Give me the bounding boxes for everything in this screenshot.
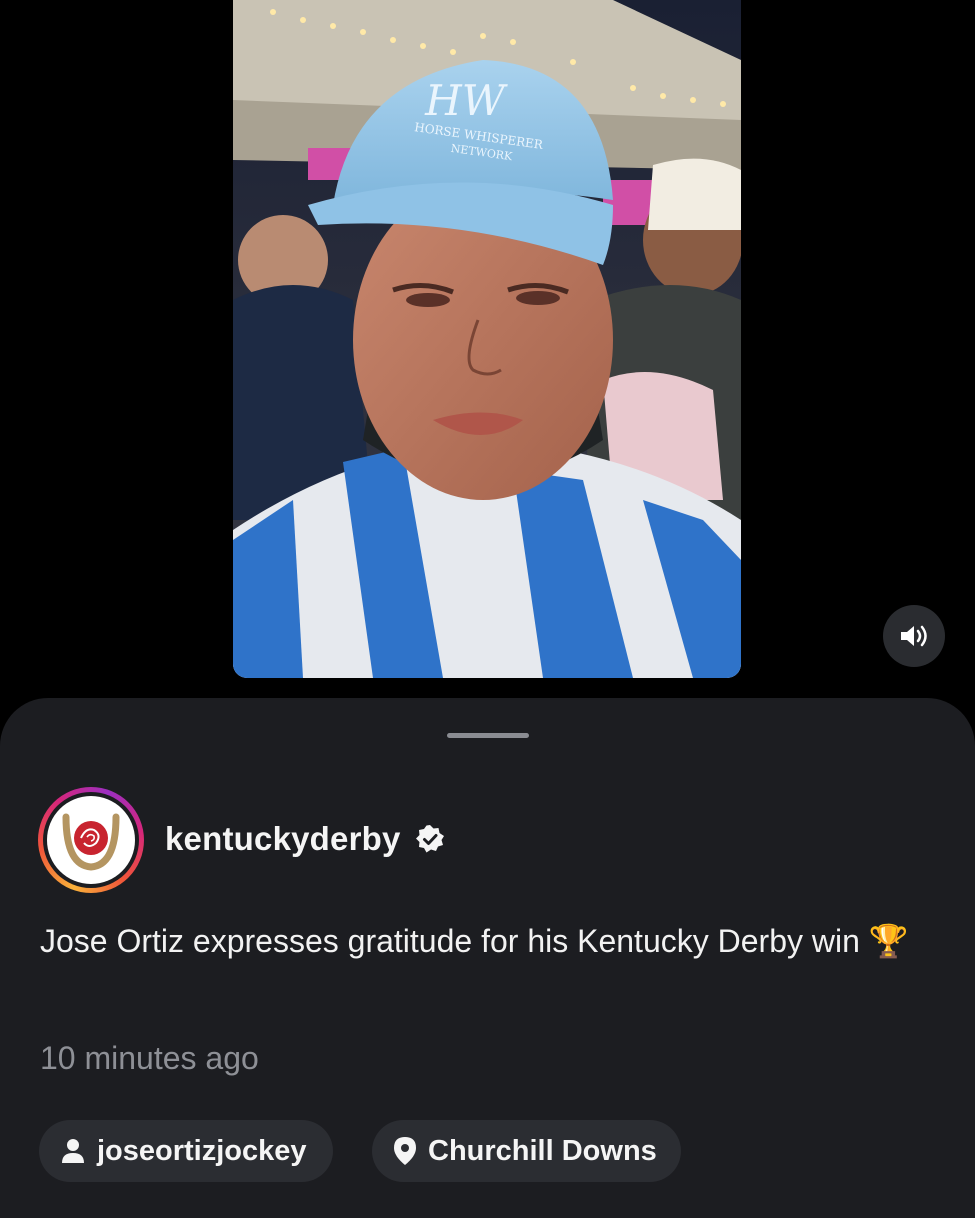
post-details-sheet: kentuckyderby Jose Ortiz expresses grati…	[0, 698, 975, 1218]
tagged-user-label: joseortizjockey	[97, 1134, 307, 1167]
location-chip[interactable]: Churchill Downs	[372, 1120, 681, 1182]
username-row[interactable]: kentuckyderby	[165, 816, 445, 862]
avatar-story-ring[interactable]	[38, 787, 144, 893]
cap-logo: HW	[424, 76, 509, 125]
kentucky-derby-rose-logo	[62, 813, 120, 871]
tagged-user-chip[interactable]: joseortizjockey	[39, 1120, 333, 1182]
mute-button[interactable]	[883, 605, 945, 667]
avatar	[47, 796, 135, 884]
video-frame-image: HW HORSE WHISPERER NETWORK	[233, 0, 741, 678]
location-pin-icon	[394, 1137, 416, 1165]
location-label: Churchill Downs	[428, 1134, 657, 1167]
username[interactable]: kentuckyderby	[165, 820, 401, 858]
video-player[interactable]: HW HORSE WHISPERER NETWORK	[233, 0, 741, 678]
post-timestamp: 10 minutes ago	[40, 1040, 259, 1076]
post-caption: Jose Ortiz expresses gratitude for his K…	[40, 923, 909, 959]
verified-badge-icon	[415, 825, 444, 853]
sheet-grabber[interactable]	[447, 733, 529, 738]
speaker-icon	[901, 625, 927, 647]
person-icon	[62, 1139, 84, 1163]
